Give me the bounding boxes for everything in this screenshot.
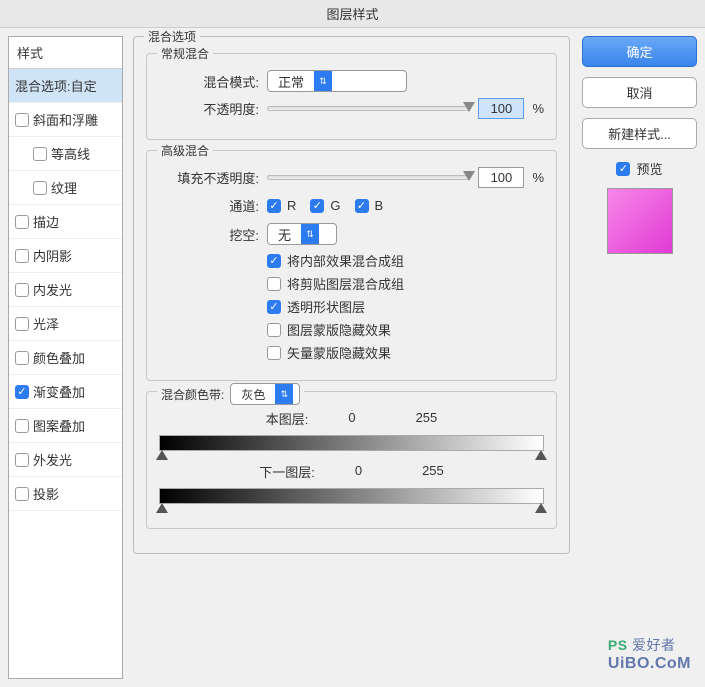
- style-item-9[interactable]: 渐变叠加: [9, 375, 122, 409]
- this-layer-label: 本图层:: [266, 409, 309, 428]
- preview-checkbox[interactable]: [616, 162, 630, 176]
- style-item-3[interactable]: 纹理: [9, 171, 122, 205]
- style-item-8[interactable]: 颜色叠加: [9, 341, 122, 375]
- style-checkbox[interactable]: [15, 113, 29, 127]
- general-blend-group: 常规混合 混合模式: 正常 ⇅ 不透明度:: [146, 53, 557, 140]
- chevron-updown-icon: ⇅: [301, 224, 319, 244]
- blend-if-group: 混合颜色带: 灰色 ⇅ 本图层: 0 255: [146, 391, 557, 529]
- style-item-12[interactable]: 投影: [9, 477, 122, 511]
- channel-G-checkbox[interactable]: [310, 199, 324, 213]
- opacity-slider[interactable]: [267, 106, 470, 111]
- adv-opt-0-checkbox[interactable]: [267, 254, 281, 268]
- style-item-2[interactable]: 等高线: [9, 137, 122, 171]
- sidebar-header: 样式: [9, 37, 122, 69]
- blend-mode-label: 混合模式:: [159, 72, 259, 91]
- opacity-label: 不透明度:: [159, 99, 259, 118]
- adv-opt-3-checkbox[interactable]: [267, 323, 281, 337]
- under-layer-label: 下一图层:: [259, 462, 315, 481]
- fill-opacity-label: 填充不透明度:: [159, 168, 259, 187]
- channel-R-checkbox[interactable]: [267, 199, 281, 213]
- knockout-select[interactable]: 无 ⇅: [267, 223, 337, 245]
- opacity-input[interactable]: 100: [478, 98, 524, 119]
- style-checkbox[interactable]: [15, 249, 29, 263]
- blend-mode-select[interactable]: 正常 ⇅: [267, 70, 407, 92]
- style-item-11[interactable]: 外发光: [9, 443, 122, 477]
- watermark: PS 爱好者 UiBO.CoM: [608, 635, 691, 673]
- fill-opacity-slider[interactable]: [267, 175, 470, 180]
- window-title: 图层样式: [0, 0, 705, 28]
- style-item-4[interactable]: 描边: [9, 205, 122, 239]
- this-layer-gradient[interactable]: [159, 435, 544, 451]
- new-style-button[interactable]: 新建样式...: [582, 118, 697, 149]
- knockout-label: 挖空:: [159, 225, 259, 244]
- style-checkbox[interactable]: [33, 147, 47, 161]
- styles-sidebar: 样式 混合选项:自定斜面和浮雕等高线纹理描边内阴影内发光光泽颜色叠加渐变叠加图案…: [8, 36, 123, 679]
- under-layer-gradient[interactable]: [159, 488, 544, 504]
- style-checkbox[interactable]: [15, 487, 29, 501]
- adv-opt-2-checkbox[interactable]: [267, 300, 281, 314]
- style-checkbox[interactable]: [33, 181, 47, 195]
- style-item-7[interactable]: 光泽: [9, 307, 122, 341]
- blending-legend: 混合选项: [144, 28, 200, 45]
- blending-options-group: 混合选项 常规混合 混合模式: 正常 ⇅ 不透明度:: [133, 36, 570, 554]
- style-item-5[interactable]: 内阴影: [9, 239, 122, 273]
- style-item-10[interactable]: 图案叠加: [9, 409, 122, 443]
- style-checkbox[interactable]: [15, 215, 29, 229]
- blend-if-channel-select[interactable]: 灰色 ⇅: [230, 383, 300, 405]
- style-checkbox[interactable]: [15, 317, 29, 331]
- style-checkbox[interactable]: [15, 283, 29, 297]
- chevron-updown-icon: ⇅: [275, 384, 293, 404]
- preview-label: 预览: [636, 159, 662, 178]
- cancel-button[interactable]: 取消: [582, 77, 697, 108]
- style-checkbox[interactable]: [15, 351, 29, 365]
- style-item-1[interactable]: 斜面和浮雕: [9, 103, 122, 137]
- style-checkbox[interactable]: [15, 453, 29, 467]
- adv-opt-4-checkbox[interactable]: [267, 346, 281, 360]
- adv-opt-1-checkbox[interactable]: [267, 277, 281, 291]
- style-checkbox[interactable]: [15, 419, 29, 433]
- chevron-updown-icon: ⇅: [314, 71, 332, 91]
- style-checkbox[interactable]: [15, 385, 29, 399]
- style-item-0[interactable]: 混合选项:自定: [9, 69, 122, 103]
- style-item-6[interactable]: 内发光: [9, 273, 122, 307]
- ok-button[interactable]: 确定: [582, 36, 697, 67]
- fill-opacity-input[interactable]: 100: [478, 167, 524, 188]
- preview-swatch: [607, 188, 673, 254]
- channel-B-checkbox[interactable]: [355, 199, 369, 213]
- advanced-blend-group: 高级混合 填充不透明度: 100 % 通道: RGB: [146, 150, 557, 381]
- channels-label: 通道:: [159, 196, 259, 215]
